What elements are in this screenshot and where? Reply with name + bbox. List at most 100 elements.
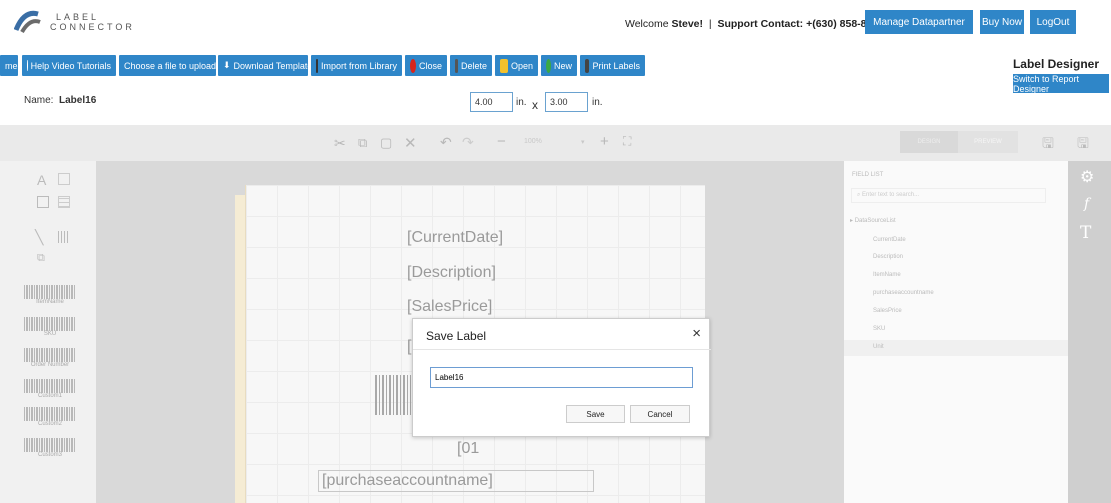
toolbox-panel: A ╲ ⧉ ItemName SKU Order Number Custom1 … — [0, 161, 96, 503]
download-template-button[interactable]: ⬇ Download Template — [218, 55, 312, 76]
redo-icon[interactable]: ↷ — [462, 134, 474, 151]
barcode-label: ItemName — [36, 299, 64, 305]
cancel-button[interactable]: Cancel — [630, 405, 690, 423]
copy-icon[interactable]: ⧉ — [358, 135, 367, 151]
zoom-in-icon[interactable]: + — [600, 133, 609, 150]
print-labels-button[interactable]: Print Labels — [580, 55, 645, 76]
field-list-item[interactable]: CurrentDate — [873, 237, 906, 243]
field-list-item[interactable]: SKU — [873, 326, 885, 332]
switch-report-designer-button[interactable]: Switch to Report Designer — [1013, 74, 1109, 94]
buy-now-button[interactable]: Buy Now — [980, 10, 1024, 34]
table-tool-icon[interactable] — [58, 196, 70, 208]
width-input[interactable]: 4.00 — [470, 92, 513, 112]
field-list-root[interactable]: ▸ DataSourceList — [850, 217, 896, 224]
field-search-input[interactable]: ⌕ Enter text to search... — [851, 188, 1046, 203]
import-from-library-button[interactable]: Import from Library — [311, 55, 402, 76]
logo-text: LABEL CONNECTOR — [50, 12, 135, 32]
tab-preview[interactable]: PREVIEW — [958, 131, 1018, 153]
width-unit: in. — [516, 97, 527, 108]
delete-button[interactable]: Delete — [450, 55, 492, 76]
barcode-label: SKU — [43, 331, 57, 337]
logout-button[interactable]: LogOut — [1030, 10, 1076, 34]
barcode-label: Custom2 — [37, 421, 62, 427]
barcode-element[interactable] — [375, 375, 411, 415]
barcode-item-order-number[interactable] — [24, 348, 76, 362]
times-sign: x — [532, 98, 538, 112]
save-icon[interactable]: 🖫 — [1042, 133, 1054, 157]
save-as-icon[interactable]: 🖫 — [1077, 133, 1089, 157]
fullscreen-icon[interactable]: ⛶ — [623, 134, 631, 149]
tab-design[interactable]: DESIGN — [900, 131, 958, 153]
field-list-panel: FIELD LIST ⌕ Enter text to search... ▸ D… — [844, 161, 1068, 503]
barcode-tool-icon[interactable] — [58, 231, 70, 243]
close-icon[interactable]: × — [692, 325, 701, 342]
cut-icon[interactable]: ✂ — [334, 135, 346, 152]
dialog-title: Save Label — [426, 329, 487, 343]
text-tool-icon[interactable]: A — [37, 172, 46, 188]
paste-icon[interactable]: ▢ — [380, 135, 392, 151]
zoom-level[interactable]: 100% — [524, 138, 542, 145]
field-list-item[interactable]: purchaseaccountname — [873, 290, 934, 296]
trash-icon — [455, 58, 458, 73]
field-list-item[interactable]: Unit — [873, 344, 884, 350]
barcode-item-custom3[interactable] — [24, 438, 76, 452]
close-icon — [410, 58, 416, 73]
shape-tool-icon[interactable]: ⧉ — [37, 252, 45, 265]
dialog-divider — [413, 349, 711, 350]
field-description[interactable]: [Description] — [407, 264, 496, 282]
choose-file-button[interactable]: Choose a file to upload... — [119, 55, 224, 76]
printer-icon — [585, 58, 590, 73]
logo-icon — [14, 10, 41, 34]
design-toolbar: ✂ ⧉ ▢ ✕ ↶ ↷ − 100% ▾ + ⛶ DESIGN PREVIEW … — [0, 125, 1111, 161]
field-list-item[interactable]: ItemName — [873, 272, 901, 278]
barcode-label: Custom1 — [37, 393, 62, 399]
search-icon: ⌕ — [857, 192, 861, 198]
zoom-out-icon[interactable]: − — [497, 133, 506, 150]
delete-icon[interactable]: ✕ — [404, 134, 417, 152]
play-icon — [27, 60, 28, 71]
label-name-input[interactable] — [430, 367, 693, 388]
function-icon[interactable]: f — [1084, 196, 1089, 212]
image-tool-icon[interactable] — [58, 173, 70, 185]
barcode-item-custom1[interactable] — [24, 379, 76, 393]
field-barcode-text[interactable]: [01 — [457, 440, 479, 458]
height-input[interactable]: 3.00 — [545, 92, 588, 112]
home-button[interactable]: me — [0, 55, 18, 76]
save-label-dialog: Save Label × Save Cancel — [412, 318, 711, 437]
properties-strip: ⚙ f T — [1068, 161, 1111, 503]
ruler-left — [235, 195, 245, 503]
close-button[interactable]: Close — [405, 55, 447, 76]
field-current-date[interactable]: [CurrentDate] — [407, 229, 503, 247]
download-icon: ⬇ — [223, 60, 231, 70]
open-button[interactable]: Open — [495, 55, 538, 76]
undo-icon[interactable]: ↶ — [440, 134, 452, 151]
user-name: Steve! — [671, 18, 704, 30]
page-title: Label Designer — [1012, 57, 1099, 71]
library-icon — [316, 58, 318, 73]
label-name: Name: Label16 — [24, 95, 97, 106]
barcode-item-itemname[interactable] — [24, 285, 76, 299]
plus-icon — [546, 58, 551, 73]
welcome-text: Welcome Steve! | Support Contact: +(630)… — [625, 18, 885, 30]
rectangle-tool-icon[interactable] — [37, 196, 49, 208]
field-partial[interactable]: [ — [407, 338, 411, 356]
gear-icon[interactable]: ⚙ — [1080, 167, 1094, 187]
barcode-item-custom2[interactable] — [24, 407, 76, 421]
chevron-down-icon[interactable]: ▾ — [581, 138, 585, 146]
field-sales-price[interactable]: [SalesPrice] — [407, 298, 492, 316]
manage-datapartner-button[interactable]: Manage Datapartner — [865, 10, 973, 34]
field-list-title: FIELD LIST — [852, 172, 884, 178]
barcode-label: Custom3 — [37, 452, 62, 458]
help-video-tutorials-button[interactable]: Help Video Tutorials — [22, 55, 116, 76]
save-button[interactable]: Save — [566, 405, 625, 423]
text-properties-icon[interactable]: T — [1080, 223, 1091, 243]
barcode-item-sku[interactable] — [24, 317, 76, 331]
field-purchase-account-name[interactable]: [purchaseaccountname] — [318, 470, 594, 492]
field-list-item[interactable]: Description — [873, 254, 903, 260]
barcode-label: Order Number — [30, 362, 70, 368]
support-contact: Support Contact: +(630) 858-8410 — [717, 18, 885, 30]
new-button[interactable]: New — [541, 55, 577, 76]
line-tool-icon[interactable]: ╲ — [35, 229, 43, 246]
field-list-item[interactable]: SalesPrice — [873, 308, 902, 314]
height-unit: in. — [592, 97, 603, 108]
